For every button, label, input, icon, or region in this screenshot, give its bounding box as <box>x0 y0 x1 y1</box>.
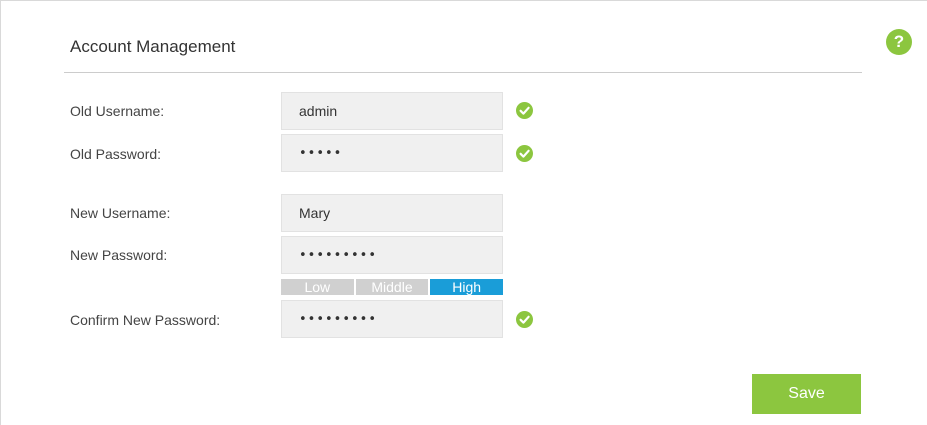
new-password-label: New Password: <box>70 247 168 263</box>
old-password-label: Old Password: <box>70 146 162 162</box>
check-icon <box>516 311 533 328</box>
old-password-input[interactable] <box>281 134 503 172</box>
strength-middle: Middle <box>355 279 429 295</box>
new-username-label: New Username: <box>70 205 171 221</box>
old-username-label: Old Username: <box>70 103 165 119</box>
help-glyph: ? <box>893 32 905 51</box>
save-button[interactable]: Save <box>752 374 861 414</box>
help-icon[interactable]: ? <box>886 29 912 55</box>
new-password-input[interactable] <box>281 236 503 274</box>
old-username-input[interactable] <box>281 92 503 130</box>
page-frame: ? Account Management Old Username: Old P… <box>0 0 927 425</box>
check-icon <box>516 102 533 119</box>
strength-low: Low <box>281 279 354 295</box>
confirm-password-label: Confirm New Password: <box>70 312 221 328</box>
check-icon <box>516 145 533 162</box>
password-strength-meter: Low Middle High <box>281 279 504 295</box>
confirm-password-input[interactable] <box>281 300 503 338</box>
new-username-input[interactable] <box>281 194 503 232</box>
title-divider <box>64 72 862 73</box>
strength-high: High <box>430 279 504 295</box>
section-title: Account Management <box>70 37 236 56</box>
